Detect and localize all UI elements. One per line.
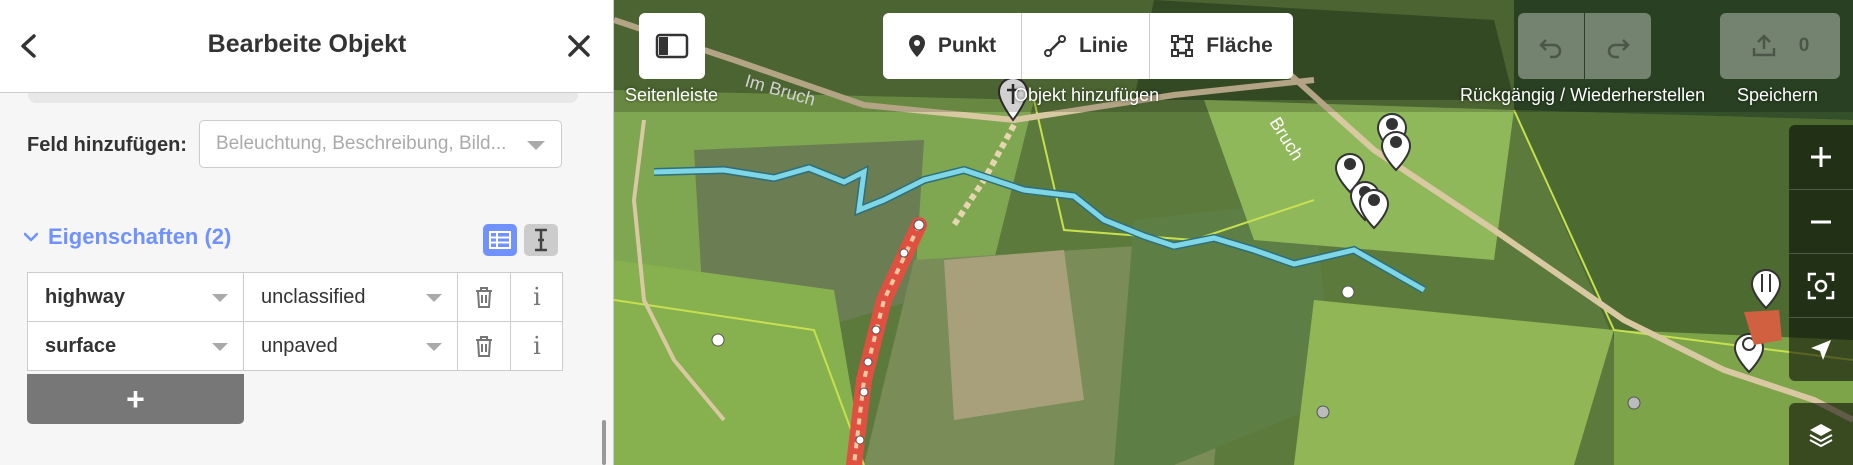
tag-key: surface [45, 334, 117, 357]
delete-tag-button[interactable] [458, 273, 511, 321]
chevron-down-icon[interactable] [212, 343, 228, 351]
add-line-label: Linie [1078, 34, 1128, 57]
field-area [944, 250, 1084, 420]
save-count: 0 [1798, 35, 1810, 56]
vertex[interactable] [1341, 285, 1355, 299]
text-view-button[interactable] [524, 224, 558, 256]
chevron-down-icon[interactable] [426, 294, 442, 302]
preset-list-edge [28, 93, 578, 103]
tag-info-button[interactable]: i [511, 322, 563, 370]
area-icon [1171, 35, 1194, 57]
add-field-combo[interactable] [199, 120, 562, 168]
vertex[interactable] [1316, 405, 1330, 419]
background-layers-button[interactable] [1789, 403, 1853, 465]
location-arrow-icon [1811, 339, 1831, 360]
add-line-button[interactable]: Linie [1022, 13, 1150, 79]
vertex[interactable] [711, 333, 725, 347]
tag-table: highway unclassified i surface unpaved i [27, 272, 563, 371]
list-view-button[interactable] [483, 224, 517, 256]
zoom-to-selection-button[interactable] [1789, 253, 1853, 317]
way-node[interactable] [899, 248, 909, 258]
plus-icon [1811, 147, 1831, 167]
sidebar-icon [655, 33, 689, 59]
upload-icon [1752, 34, 1775, 57]
table-icon [489, 231, 511, 249]
tag-row: highway unclassified i [27, 272, 563, 322]
sidebar-toggle-caption: Seitenleiste [625, 85, 719, 105]
redo-button[interactable] [1585, 13, 1651, 79]
tag-value: unpaved [261, 334, 338, 357]
chevron-down-icon [24, 232, 38, 242]
way-node[interactable] [863, 357, 873, 367]
zoom-in-button[interactable] [1789, 125, 1853, 189]
add-tag-button[interactable]: + [27, 374, 244, 424]
add-area-button[interactable]: Fläche [1150, 13, 1293, 79]
tags-section-title: Eigenschaften (2) [48, 224, 232, 249]
add-point-label: Punkt [937, 34, 997, 57]
zoom-to-selection-icon [1807, 272, 1835, 299]
point-icon [908, 35, 925, 57]
minus-icon [1811, 220, 1831, 223]
way-node[interactable] [859, 387, 869, 397]
way-node[interactable] [871, 325, 881, 335]
add-object-caption: Objekt hinzufügen [1014, 85, 1160, 105]
delete-tag-button[interactable] [458, 322, 511, 370]
trash-icon [476, 287, 492, 308]
layers-icon [1809, 424, 1833, 448]
trash-icon [476, 336, 492, 357]
zoom-out-button[interactable] [1789, 189, 1853, 253]
line-icon [1043, 35, 1066, 57]
tags-section-toggle[interactable]: Eigenschaften (2) [24, 224, 231, 250]
tag-row: surface unpaved i [27, 321, 563, 371]
sidebar: Bearbeite Objekt Feld hinzufügen: Eigens… [0, 0, 614, 465]
redo-icon [1607, 39, 1630, 59]
chevron-down-icon[interactable] [527, 141, 545, 150]
undo-icon [1539, 39, 1562, 59]
tag-value: unclassified [261, 285, 366, 308]
add-field-label: Feld hinzufügen: [27, 134, 187, 156]
geolocate-button[interactable] [1789, 317, 1853, 381]
vertex[interactable] [1627, 396, 1641, 410]
add-object-group: Punkt Linie Fläche [883, 13, 1293, 79]
tag-key: highway [45, 285, 126, 308]
sidebar-header: Bearbeite Objekt [0, 0, 613, 93]
chevron-down-icon[interactable] [426, 343, 442, 351]
sidebar-scrollbar[interactable] [602, 420, 606, 465]
undo-redo-caption: Rückgängig / Wiederherstellen [1460, 85, 1706, 105]
undo-button[interactable] [1518, 13, 1584, 79]
sidebar-toggle-button[interactable] [639, 13, 705, 79]
save-caption: Speichern [1737, 85, 1819, 105]
save-button[interactable]: 0 [1720, 13, 1840, 79]
way-node[interactable] [855, 435, 865, 445]
way-node[interactable] [913, 219, 925, 231]
chevron-down-icon[interactable] [212, 294, 228, 302]
tag-info-button[interactable]: i [511, 273, 563, 321]
add-point-button[interactable]: Punkt [883, 13, 1022, 79]
close-icon[interactable] [564, 28, 594, 64]
sidebar-title: Bearbeite Objekt [207, 30, 407, 58]
add-field-input[interactable] [216, 133, 516, 155]
add-area-label: Fläche [1206, 34, 1273, 57]
text-cursor-icon [535, 228, 547, 252]
